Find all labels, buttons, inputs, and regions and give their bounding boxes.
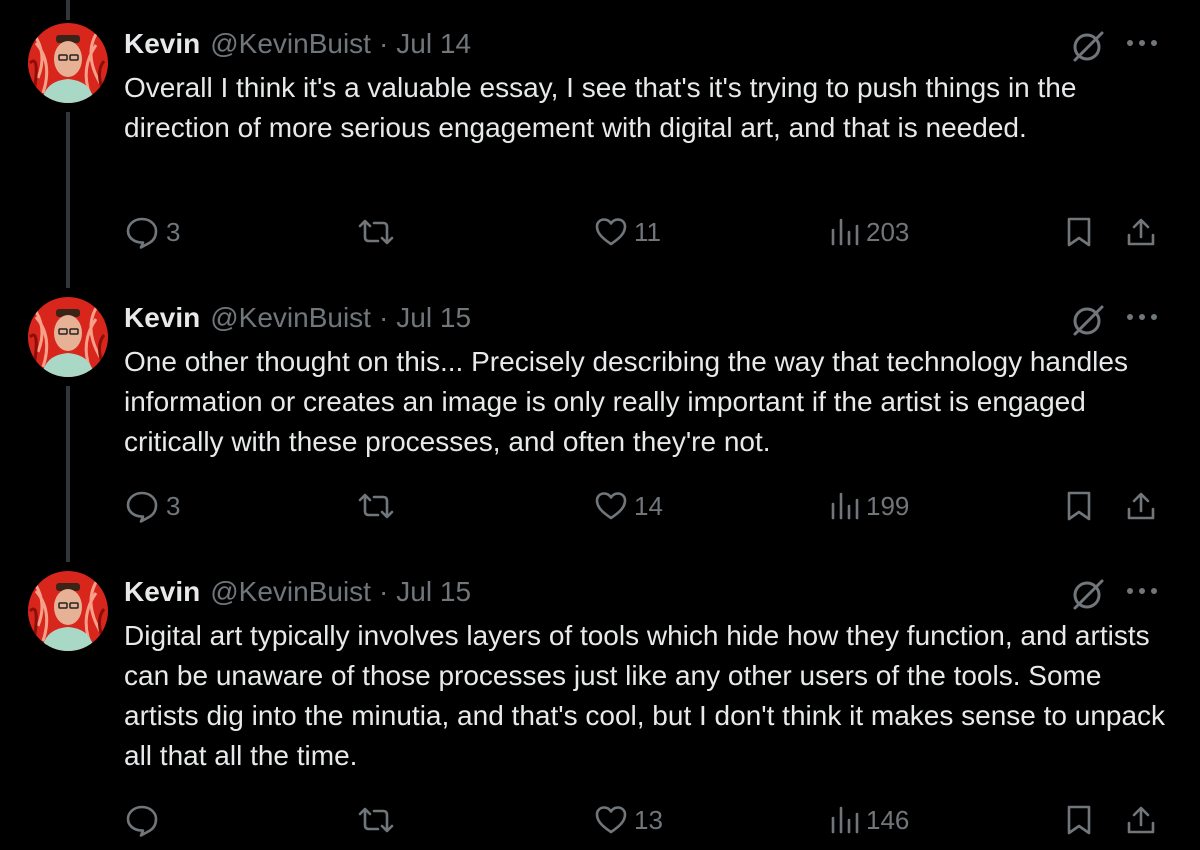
reply-count: 3 (166, 216, 181, 247)
heart-icon (595, 492, 627, 520)
user-handle[interactable]: @KevinBuist (210, 576, 371, 608)
share-icon (1127, 806, 1155, 834)
views-count: 203 (866, 216, 910, 247)
separator-dot: · (378, 302, 389, 333)
views-icon (831, 492, 859, 520)
reply-count: 3 (166, 490, 181, 521)
views-icon (831, 218, 859, 246)
retweet-icon (358, 493, 394, 519)
avatar[interactable] (28, 571, 108, 651)
retweet-button[interactable] (356, 800, 402, 840)
tweet-actions: 13 146 (0, 800, 1200, 840)
bookmark-button[interactable] (1064, 212, 1094, 252)
tweet-actions: 3 11 203 (0, 212, 1200, 252)
like-button[interactable]: 13 (594, 800, 663, 840)
retweet-button[interactable] (356, 486, 402, 526)
heart-icon (595, 806, 627, 834)
avatar[interactable] (28, 297, 108, 377)
thread-line (66, 386, 70, 562)
reply-icon (126, 491, 158, 523)
share-icon (1127, 492, 1155, 520)
display-name[interactable]: Kevin (124, 576, 200, 608)
grok-icon[interactable] (1070, 28, 1106, 64)
tweet-text: Digital art typically involves layers of… (124, 620, 1166, 771)
more-icon[interactable] (1124, 584, 1160, 598)
user-handle[interactable]: @KevinBuist (210, 28, 371, 60)
thread-line (66, 0, 70, 20)
views-count: 199 (866, 490, 910, 521)
bookmark-icon (1067, 491, 1091, 521)
share-button[interactable] (1124, 212, 1158, 252)
reply-button[interactable]: 3 (124, 212, 180, 252)
bookmark-icon (1067, 217, 1091, 247)
grok-icon[interactable] (1070, 302, 1106, 338)
like-button[interactable]: 11 (594, 212, 661, 252)
views-button[interactable]: 203 (830, 212, 909, 252)
bookmark-button[interactable] (1064, 486, 1094, 526)
tweet-date[interactable]: Jul 14 (396, 28, 471, 60)
tweet-text: Overall I think it's a valuable essay, I… (124, 72, 1077, 143)
tweet-actions: 3 14 199 (0, 486, 1200, 526)
share-button[interactable] (1124, 486, 1158, 526)
views-icon (831, 806, 859, 834)
like-count: 14 (634, 490, 663, 521)
tweet-date[interactable]: Jul 15 (396, 576, 471, 608)
more-icon[interactable] (1124, 310, 1160, 324)
bookmark-icon (1067, 805, 1091, 835)
display-name[interactable]: Kevin (124, 302, 200, 334)
tweet-header: Kevin @KevinBuist · Jul 15 (124, 575, 471, 609)
reply-button[interactable]: 3 (124, 486, 180, 526)
bookmark-button[interactable] (1064, 800, 1094, 840)
views-button[interactable]: 199 (830, 486, 909, 526)
thread-line (66, 112, 70, 288)
user-handle[interactable]: @KevinBuist (210, 302, 371, 334)
heart-icon (595, 218, 627, 246)
reply-icon (126, 805, 158, 837)
tweet-header: Kevin @KevinBuist · Jul 15 (124, 301, 471, 335)
tweet-date[interactable]: Jul 15 (396, 302, 471, 334)
avatar[interactable] (28, 23, 108, 103)
reply-button[interactable] (124, 800, 166, 840)
tweet-text: One other thought on this... Precisely d… (124, 346, 1128, 457)
separator-dot: · (378, 28, 389, 59)
retweet-icon (358, 219, 394, 245)
like-count: 11 (634, 216, 661, 247)
like-button[interactable]: 14 (594, 486, 663, 526)
share-icon (1127, 218, 1155, 246)
display-name[interactable]: Kevin (124, 28, 200, 60)
separator-dot: · (378, 576, 389, 607)
more-icon[interactable] (1124, 36, 1160, 50)
views-count: 146 (866, 804, 910, 835)
retweet-icon (358, 807, 394, 833)
grok-icon[interactable] (1070, 576, 1106, 612)
views-button[interactable]: 146 (830, 800, 909, 840)
like-count: 13 (634, 804, 663, 835)
reply-icon (126, 217, 158, 249)
retweet-button[interactable] (356, 212, 402, 252)
tweet-header: Kevin @KevinBuist · Jul 14 (124, 27, 471, 61)
share-button[interactable] (1124, 800, 1158, 840)
